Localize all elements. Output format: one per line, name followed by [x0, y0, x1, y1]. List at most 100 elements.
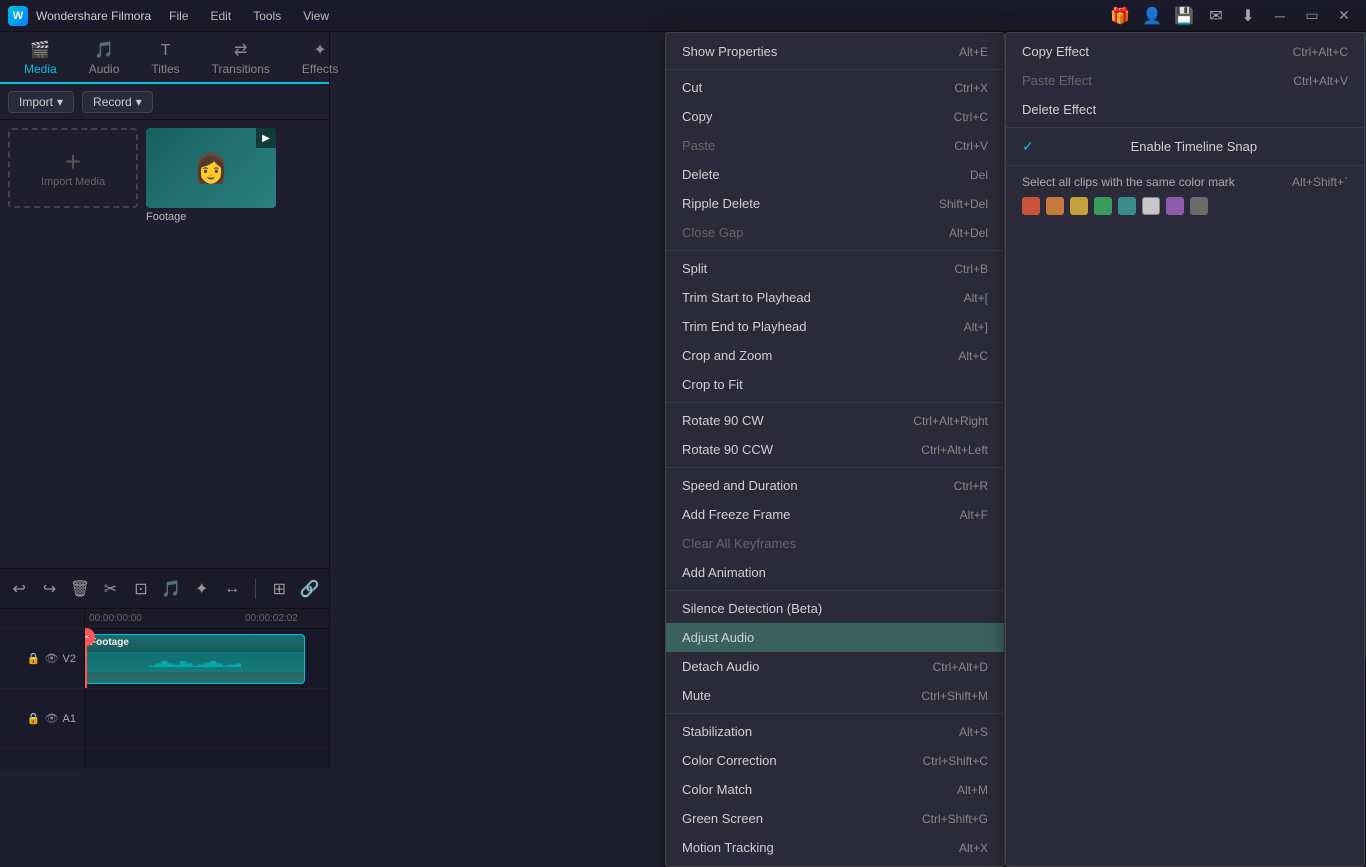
color-mark-red[interactable]: [1022, 197, 1040, 215]
cm-sep-2: [666, 250, 1004, 251]
cm-motion-tracking[interactable]: Motion Tracking Alt+X: [666, 833, 1004, 862]
cm-mute[interactable]: Mute Ctrl+Shift+M: [666, 681, 1004, 710]
cm-crop-fit[interactable]: Crop to Fit: [666, 370, 1004, 399]
close-button[interactable]: ✕: [1330, 4, 1358, 28]
tab-media[interactable]: 🎬 Media: [8, 34, 73, 84]
tab-transitions[interactable]: ⇄ Transitions: [196, 34, 286, 84]
import-media-placeholder[interactable]: + Import Media: [8, 128, 138, 208]
link-button[interactable]: 🔗: [299, 575, 321, 603]
cm-trim-end[interactable]: Trim End to Playhead Alt+]: [666, 312, 1004, 341]
cm-crop-zoom[interactable]: Crop and Zoom Alt+C: [666, 341, 1004, 370]
cm-delete-label: Delete: [682, 167, 720, 182]
crop-button[interactable]: ⊡: [130, 575, 152, 603]
color-mark-green[interactable]: [1094, 197, 1112, 215]
cm-rotate-cw[interactable]: Rotate 90 CW Ctrl+Alt+Right: [666, 406, 1004, 435]
cm-silence-detection[interactable]: Silence Detection (Beta): [666, 594, 1004, 623]
cm-detach-audio[interactable]: Detach Audio Ctrl+Alt+D: [666, 652, 1004, 681]
media-item-footage[interactable]: 👩 ▶ Footage: [146, 128, 276, 223]
effects-tool-button[interactable]: ✦: [191, 575, 213, 603]
menu-view[interactable]: View: [293, 5, 339, 27]
color-mark-orange[interactable]: [1046, 197, 1064, 215]
cm-trim-start[interactable]: Trim Start to Playhead Alt+[: [666, 283, 1004, 312]
video-clip-footage[interactable]: Footage ▁▃▅▃▂▅▃▁▂▄▅▃▁▂▃: [85, 634, 305, 684]
track-a-lock-icon: 🔒: [27, 712, 41, 725]
maximize-button[interactable]: ▭: [1298, 4, 1326, 28]
cm-sep-6: [666, 713, 1004, 714]
record-button[interactable]: Record ▾: [82, 91, 153, 113]
cm-add-animation[interactable]: Add Animation: [666, 558, 1004, 587]
cm-color-correction[interactable]: Color Correction Ctrl+Shift+C: [666, 746, 1004, 775]
menu-tools[interactable]: Tools: [243, 5, 291, 27]
color-mark-yellow[interactable]: [1070, 197, 1088, 215]
color-mark-gray[interactable]: [1190, 197, 1208, 215]
cm-color-match[interactable]: Color Match Alt+M: [666, 775, 1004, 804]
snap-button[interactable]: ⊞: [268, 575, 290, 603]
transform-button[interactable]: ↔: [221, 575, 243, 603]
cm-split[interactable]: Split Ctrl+B: [666, 254, 1004, 283]
menu-file[interactable]: File: [159, 5, 198, 27]
cm-mute-shortcut: Ctrl+Shift+M: [921, 689, 988, 703]
import-chevron-icon: ▾: [57, 95, 63, 109]
track-labels: 🔒 👁 V2 🔒 👁 A1: [0, 609, 85, 769]
clip-waveform: ▁▃▅▃▂▅▃▁▂▄▅▃▁▂▃: [86, 652, 304, 672]
sm-copy-effect[interactable]: Copy Effect Ctrl+Alt+C: [1006, 37, 1364, 66]
tab-audio[interactable]: 🎵 Audio: [73, 34, 136, 84]
transitions-icon: ⇄: [234, 40, 247, 60]
cm-trim-start-label: Trim Start to Playhead: [682, 290, 811, 305]
record-chevron-icon: ▾: [136, 95, 142, 109]
menu-edit[interactable]: Edit: [201, 5, 242, 27]
footage-overlay: ▶: [256, 128, 276, 148]
cm-copy[interactable]: Copy Ctrl+C: [666, 102, 1004, 131]
import-label: Import: [19, 95, 53, 109]
track-label-audio: 🔒 👁 A1: [0, 689, 84, 749]
cm-rotate-ccw[interactable]: Rotate 90 CCW Ctrl+Alt+Left: [666, 435, 1004, 464]
sm-delete-effect[interactable]: Delete Effect: [1006, 95, 1364, 124]
cm-show-properties[interactable]: Show Properties Alt+E: [666, 37, 1004, 66]
sm-enable-snap-label: Enable Timeline Snap: [1131, 139, 1257, 154]
cm-stabilization-label: Stabilization: [682, 724, 752, 739]
sm-copy-effect-label: Copy Effect: [1022, 44, 1089, 59]
gift-icon[interactable]: 🎁: [1106, 4, 1134, 28]
cut-button[interactable]: ✂: [99, 575, 121, 603]
audio-tools-button[interactable]: 🎵: [160, 575, 182, 603]
cm-speed-duration[interactable]: Speed and Duration Ctrl+R: [666, 471, 1004, 500]
sm-enable-snap[interactable]: ✓ Enable Timeline Snap: [1006, 131, 1364, 162]
cm-green-screen[interactable]: Green Screen Ctrl+Shift+G: [666, 804, 1004, 833]
timeline-toolbar: ↩ ↪ 🗑 ✂ ⊡ 🎵 ✦ ↔ ⊞ 🔗: [0, 569, 329, 609]
color-mark-purple[interactable]: [1166, 197, 1184, 215]
cm-ripple-delete[interactable]: Ripple Delete Shift+Del: [666, 189, 1004, 218]
effects-icon: ✦: [313, 40, 326, 60]
import-button[interactable]: Import ▾: [8, 91, 74, 113]
download-icon[interactable]: ⬇: [1234, 4, 1262, 28]
tab-titles[interactable]: T Titles: [135, 36, 195, 84]
cm-ripple-delete-label: Ripple Delete: [682, 196, 760, 211]
save-icon[interactable]: 💾: [1170, 4, 1198, 28]
track-lock-icon: 🔒: [27, 652, 41, 665]
cm-delete[interactable]: Delete Del: [666, 160, 1004, 189]
redo-button[interactable]: ↪: [38, 575, 60, 603]
sm-paste-effect: Paste Effect Ctrl+Alt+V: [1006, 66, 1364, 95]
track-label-video: 🔒 👁 V2: [0, 629, 84, 689]
sm-color-swatches: [1022, 197, 1348, 215]
color-mark-white[interactable]: [1142, 197, 1160, 215]
cm-adjust-audio[interactable]: Adjust Audio: [666, 623, 1004, 652]
cm-trim-end-shortcut: Alt+]: [964, 320, 988, 334]
track-a1-label: A1: [63, 713, 76, 725]
cm-split-label: Split: [682, 261, 707, 276]
cm-trim-end-label: Trim End to Playhead: [682, 319, 807, 334]
cm-speed-duration-label: Speed and Duration: [682, 478, 798, 493]
cm-stabilization[interactable]: Stabilization Alt+S: [666, 717, 1004, 746]
cm-freeze-frame[interactable]: Add Freeze Frame Alt+F: [666, 500, 1004, 529]
playhead[interactable]: ✂: [85, 629, 87, 688]
delete-button[interactable]: 🗑: [69, 575, 91, 603]
undo-button[interactable]: ↩: [8, 575, 30, 603]
cm-cut[interactable]: Cut Ctrl+X: [666, 73, 1004, 102]
user-icon[interactable]: 👤: [1138, 4, 1166, 28]
color-mark-teal[interactable]: [1118, 197, 1136, 215]
track-content-area: 00:00:00:00 00:00:02:02 Footage ▁▃▅▃▂▅▃▁…: [85, 609, 329, 769]
minimize-button[interactable]: ─: [1266, 4, 1294, 28]
mail-icon[interactable]: ✉: [1202, 4, 1230, 28]
cm-detach-audio-label: Detach Audio: [682, 659, 759, 674]
tab-titles-label: Titles: [151, 62, 179, 76]
cm-motion-tracking-label: Motion Tracking: [682, 840, 774, 855]
